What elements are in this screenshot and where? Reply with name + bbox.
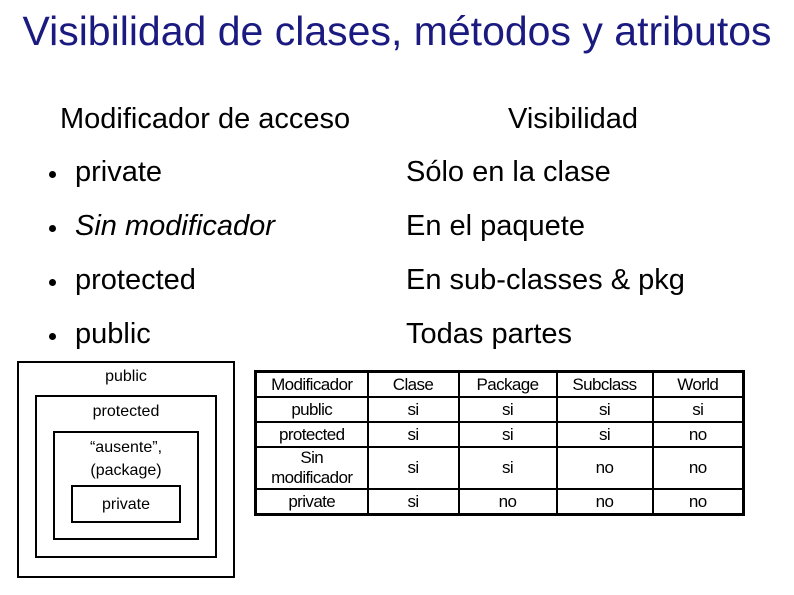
- table-cell: Sin modificador: [254, 446, 369, 490]
- scope-box-private: private: [71, 485, 181, 523]
- table-cell: no: [555, 488, 654, 516]
- table-cell: si: [457, 396, 558, 423]
- table-header-cell: Subclass: [555, 370, 654, 398]
- scope-label-public: public: [105, 368, 147, 385]
- access-table: Modificador Clase Package Subclass World…: [254, 370, 745, 516]
- list-item: Sin modificador En el paquete: [0, 209, 794, 243]
- table-cell: si: [366, 488, 460, 516]
- list-item: protected En sub-classes & pkg: [0, 263, 794, 297]
- list-item: private Sólo en la clase: [0, 155, 794, 189]
- table-header-cell: Modificador: [254, 370, 369, 398]
- column-header-visibility: Visibilidad: [508, 103, 639, 135]
- visibility-label: Sólo en la clase: [406, 156, 611, 188]
- bullet-icon: [49, 171, 56, 178]
- bullet-icon: [49, 279, 56, 286]
- scope-label-private: private: [101, 496, 151, 513]
- table-cell: si: [366, 421, 460, 448]
- scope-label-package-line1: “ausente”,: [89, 439, 163, 456]
- table-cell: no: [555, 446, 654, 490]
- table-row: Sin modificador si si no no: [254, 446, 745, 490]
- modifier-label: private: [75, 156, 163, 188]
- table-cell: si: [651, 396, 745, 423]
- table-cell: si: [555, 421, 654, 448]
- modifier-label: Sin modificador: [75, 210, 275, 242]
- table-cell: si: [457, 446, 558, 490]
- table-cell: si: [555, 396, 654, 423]
- table-header-row: Modificador Clase Package Subclass World: [254, 370, 745, 398]
- table-header-cell: World: [651, 370, 745, 398]
- table-header-cell: Clase: [366, 370, 460, 398]
- modifier-label: public: [75, 318, 151, 350]
- column-header-modifier: Modificador de acceso: [60, 103, 351, 135]
- table-cell: public: [254, 396, 369, 423]
- list-item: public Todas partes: [0, 317, 794, 351]
- scope-label-protected: protected: [92, 403, 160, 420]
- table-cell: no: [651, 446, 745, 490]
- table-row: protected si si si no: [254, 421, 745, 448]
- table-cell: protected: [254, 421, 369, 448]
- table-cell: no: [457, 488, 558, 516]
- visibility-label: En el paquete: [406, 210, 585, 242]
- modifier-label: protected: [75, 264, 196, 296]
- table-cell: si: [366, 446, 460, 490]
- table-cell: si: [457, 421, 558, 448]
- visibility-label: En sub-classes & pkg: [406, 264, 685, 296]
- table-cell: si: [366, 396, 460, 423]
- table-row: private si no no no: [254, 488, 745, 516]
- scope-label-package-line2: (package): [90, 462, 162, 479]
- bullet-icon: [49, 333, 56, 340]
- table-cell: no: [651, 421, 745, 448]
- table-cell: no: [651, 488, 745, 516]
- slide-title: Visibilidad de clases, métodos y atribut…: [22, 8, 772, 54]
- visibility-label: Todas partes: [406, 318, 573, 350]
- table-cell: private: [254, 488, 369, 516]
- table-header-cell: Package: [457, 370, 558, 398]
- table-row: public si si si si: [254, 396, 745, 423]
- bullet-icon: [49, 225, 56, 232]
